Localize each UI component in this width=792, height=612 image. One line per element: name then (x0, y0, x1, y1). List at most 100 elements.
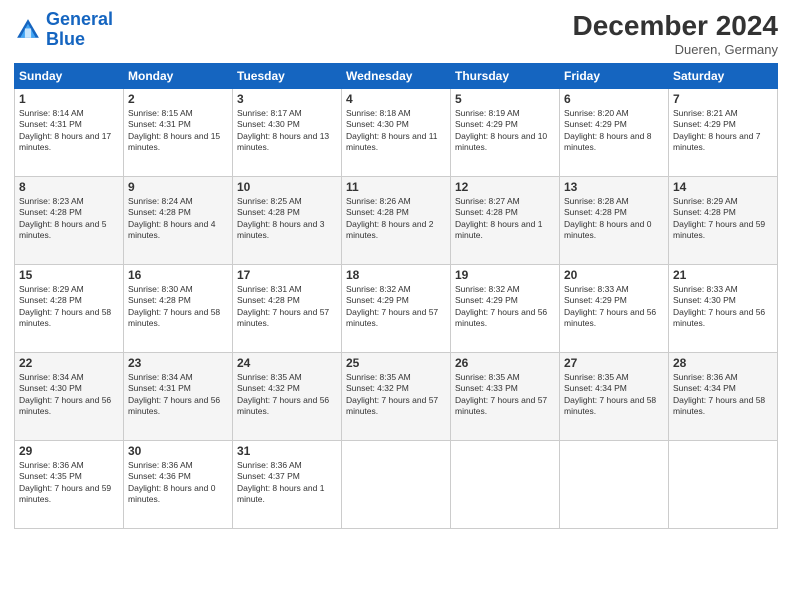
page: General Blue December 2024 Dueren, Germa… (0, 0, 792, 612)
calendar-cell: 18Sunrise: 8:32 AMSunset: 4:29 PMDayligh… (342, 265, 451, 353)
day-number: 22 (19, 356, 119, 370)
calendar-cell: 22 Sunrise: 8:34 AMSunset: 4:30 PMDayligh… (15, 353, 124, 441)
calendar-cell: 19 Sunrise: 8:32 AMSunset: 4:29 PMDayligh… (451, 265, 560, 353)
day-number: 29 (19, 444, 119, 458)
logo-text: General Blue (46, 10, 113, 50)
cell-info: Sunrise: 8:25 AMSunset: 4:28 PMDaylight:… (237, 196, 337, 242)
day-number: 5 (455, 92, 555, 106)
cell-info: Sunrise: 8:19 AMSunset: 4:29 PMDaylight:… (455, 108, 555, 154)
calendar-cell: 25Sunrise: 8:35 AMSunset: 4:32 PMDayligh… (342, 353, 451, 441)
calendar-cell: 31 Sunrise: 8:36 AMSunset: 4:37 PMDayligh… (233, 441, 342, 529)
day-number: 19 (455, 268, 555, 282)
week-row-2: 8 Sunrise: 8:23 AMSunset: 4:28 PMDaylight… (15, 177, 778, 265)
cell-info: Sunrise: 8:35 AMSunset: 4:32 PMDaylight:… (237, 372, 337, 418)
calendar-cell: 23 Sunrise: 8:34 AMSunset: 4:31 PMDayligh… (124, 353, 233, 441)
day-number: 1 (19, 92, 119, 106)
cell-info: Sunrise: 8:34 AMSunset: 4:30 PMDaylight:… (19, 372, 119, 418)
cell-info: Sunrise: 8:35 AMSunset: 4:33 PMDaylight:… (455, 372, 555, 418)
calendar-cell: 4 Sunrise: 8:18 AMSunset: 4:30 PMDaylight… (342, 89, 451, 177)
calendar-cell: 12 Sunrise: 8:27 AMSunset: 4:28 PMDayligh… (451, 177, 560, 265)
cell-info: Sunrise: 8:27 AMSunset: 4:28 PMDaylight:… (455, 196, 555, 242)
day-number: 31 (237, 444, 337, 458)
calendar-cell: 16Sunrise: 8:30 AMSunset: 4:28 PMDayligh… (124, 265, 233, 353)
calendar-cell: 10 Sunrise: 8:25 AMSunset: 4:28 PMDayligh… (233, 177, 342, 265)
calendar-cell: 17 Sunrise: 8:31 AMSunset: 4:28 PMDayligh… (233, 265, 342, 353)
day-number: 6 (564, 92, 664, 106)
cell-info: Sunrise: 8:35 AMSunset: 4:32 PMDaylight:… (346, 372, 446, 418)
cell-info: Sunrise: 8:21 AMSunset: 4:29 PMDaylight:… (673, 108, 773, 154)
day-number: 14 (673, 180, 773, 194)
month-title: December 2024 (573, 10, 778, 42)
calendar-cell: 7 Sunrise: 8:21 AMSunset: 4:29 PMDaylight… (669, 89, 778, 177)
weekday-header-monday: Monday (124, 64, 233, 89)
cell-info: Sunrise: 8:24 AMSunset: 4:28 PMDaylight:… (128, 196, 228, 242)
weekday-header-friday: Friday (560, 64, 669, 89)
cell-info: Sunrise: 8:36 AMSunset: 4:36 PMDaylight:… (128, 460, 228, 506)
cell-info: Sunrise: 8:29 AMSunset: 4:28 PMDaylight:… (673, 196, 773, 242)
day-number: 15 (19, 268, 119, 282)
cell-info: Sunrise: 8:31 AMSunset: 4:28 PMDaylight:… (237, 284, 337, 330)
day-number: 4 (346, 92, 446, 106)
weekday-header-thursday: Thursday (451, 64, 560, 89)
title-block: December 2024 Dueren, Germany (573, 10, 778, 57)
cell-info: Sunrise: 8:29 AMSunset: 4:28 PMDaylight:… (19, 284, 119, 330)
day-number: 10 (237, 180, 337, 194)
weekday-header-tuesday: Tuesday (233, 64, 342, 89)
weekday-header-saturday: Saturday (669, 64, 778, 89)
calendar-cell: 28Sunrise: 8:36 AMSunset: 4:34 PMDayligh… (669, 353, 778, 441)
day-number: 30 (128, 444, 228, 458)
day-number: 12 (455, 180, 555, 194)
calendar-cell (669, 441, 778, 529)
calendar-cell: 11Sunrise: 8:26 AMSunset: 4:28 PMDayligh… (342, 177, 451, 265)
cell-info: Sunrise: 8:36 AMSunset: 4:35 PMDaylight:… (19, 460, 119, 506)
calendar-cell: 26 Sunrise: 8:35 AMSunset: 4:33 PMDayligh… (451, 353, 560, 441)
week-row-1: 1 Sunrise: 8:14 AMSunset: 4:31 PMDaylight… (15, 89, 778, 177)
day-number: 27 (564, 356, 664, 370)
cell-info: Sunrise: 8:32 AMSunset: 4:29 PMDaylight:… (455, 284, 555, 330)
day-number: 23 (128, 356, 228, 370)
calendar-cell: 24 Sunrise: 8:35 AMSunset: 4:32 PMDayligh… (233, 353, 342, 441)
day-number: 17 (237, 268, 337, 282)
calendar-cell (342, 441, 451, 529)
calendar-cell: 2 Sunrise: 8:15 AMSunset: 4:31 PMDaylight… (124, 89, 233, 177)
cell-info: Sunrise: 8:17 AMSunset: 4:30 PMDaylight:… (237, 108, 337, 154)
calendar-cell: 27 Sunrise: 8:35 AMSunset: 4:34 PMDayligh… (560, 353, 669, 441)
day-number: 21 (673, 268, 773, 282)
calendar: SundayMondayTuesdayWednesdayThursdayFrid… (14, 63, 778, 529)
day-number: 9 (128, 180, 228, 194)
logo: General Blue (14, 10, 113, 50)
cell-info: Sunrise: 8:23 AMSunset: 4:28 PMDaylight:… (19, 196, 119, 242)
week-row-5: 29 Sunrise: 8:36 AMSunset: 4:35 PMDayligh… (15, 441, 778, 529)
day-number: 16 (128, 268, 228, 282)
calendar-cell: 13Sunrise: 8:28 AMSunset: 4:28 PMDayligh… (560, 177, 669, 265)
calendar-cell (560, 441, 669, 529)
cell-info: Sunrise: 8:18 AMSunset: 4:30 PMDaylight:… (346, 108, 446, 154)
calendar-cell: 6 Sunrise: 8:20 AMSunset: 4:29 PMDaylight… (560, 89, 669, 177)
day-number: 8 (19, 180, 119, 194)
weekday-header-wednesday: Wednesday (342, 64, 451, 89)
day-number: 24 (237, 356, 337, 370)
calendar-cell: 14 Sunrise: 8:29 AMSunset: 4:28 PMDayligh… (669, 177, 778, 265)
cell-info: Sunrise: 8:32 AMSunset: 4:29 PMDaylight:… (346, 284, 446, 330)
cell-info: Sunrise: 8:36 AMSunset: 4:37 PMDaylight:… (237, 460, 337, 506)
week-row-3: 15 Sunrise: 8:29 AMSunset: 4:28 PMDayligh… (15, 265, 778, 353)
calendar-cell: 29 Sunrise: 8:36 AMSunset: 4:35 PMDayligh… (15, 441, 124, 529)
weekday-header-sunday: Sunday (15, 64, 124, 89)
cell-info: Sunrise: 8:15 AMSunset: 4:31 PMDaylight:… (128, 108, 228, 154)
cell-info: Sunrise: 8:14 AMSunset: 4:31 PMDaylight:… (19, 108, 119, 154)
day-number: 3 (237, 92, 337, 106)
day-number: 26 (455, 356, 555, 370)
cell-info: Sunrise: 8:33 AMSunset: 4:29 PMDaylight:… (564, 284, 664, 330)
weekday-header-row: SundayMondayTuesdayWednesdayThursdayFrid… (15, 64, 778, 89)
day-number: 2 (128, 92, 228, 106)
calendar-cell: 9 Sunrise: 8:24 AMSunset: 4:28 PMDaylight… (124, 177, 233, 265)
calendar-cell: 5 Sunrise: 8:19 AMSunset: 4:29 PMDaylight… (451, 89, 560, 177)
calendar-cell: 20 Sunrise: 8:33 AMSunset: 4:29 PMDayligh… (560, 265, 669, 353)
day-number: 7 (673, 92, 773, 106)
day-number: 13 (564, 180, 664, 194)
day-number: 11 (346, 180, 446, 194)
cell-info: Sunrise: 8:20 AMSunset: 4:29 PMDaylight:… (564, 108, 664, 154)
cell-info: Sunrise: 8:35 AMSunset: 4:34 PMDaylight:… (564, 372, 664, 418)
cell-info: Sunrise: 8:34 AMSunset: 4:31 PMDaylight:… (128, 372, 228, 418)
day-number: 20 (564, 268, 664, 282)
